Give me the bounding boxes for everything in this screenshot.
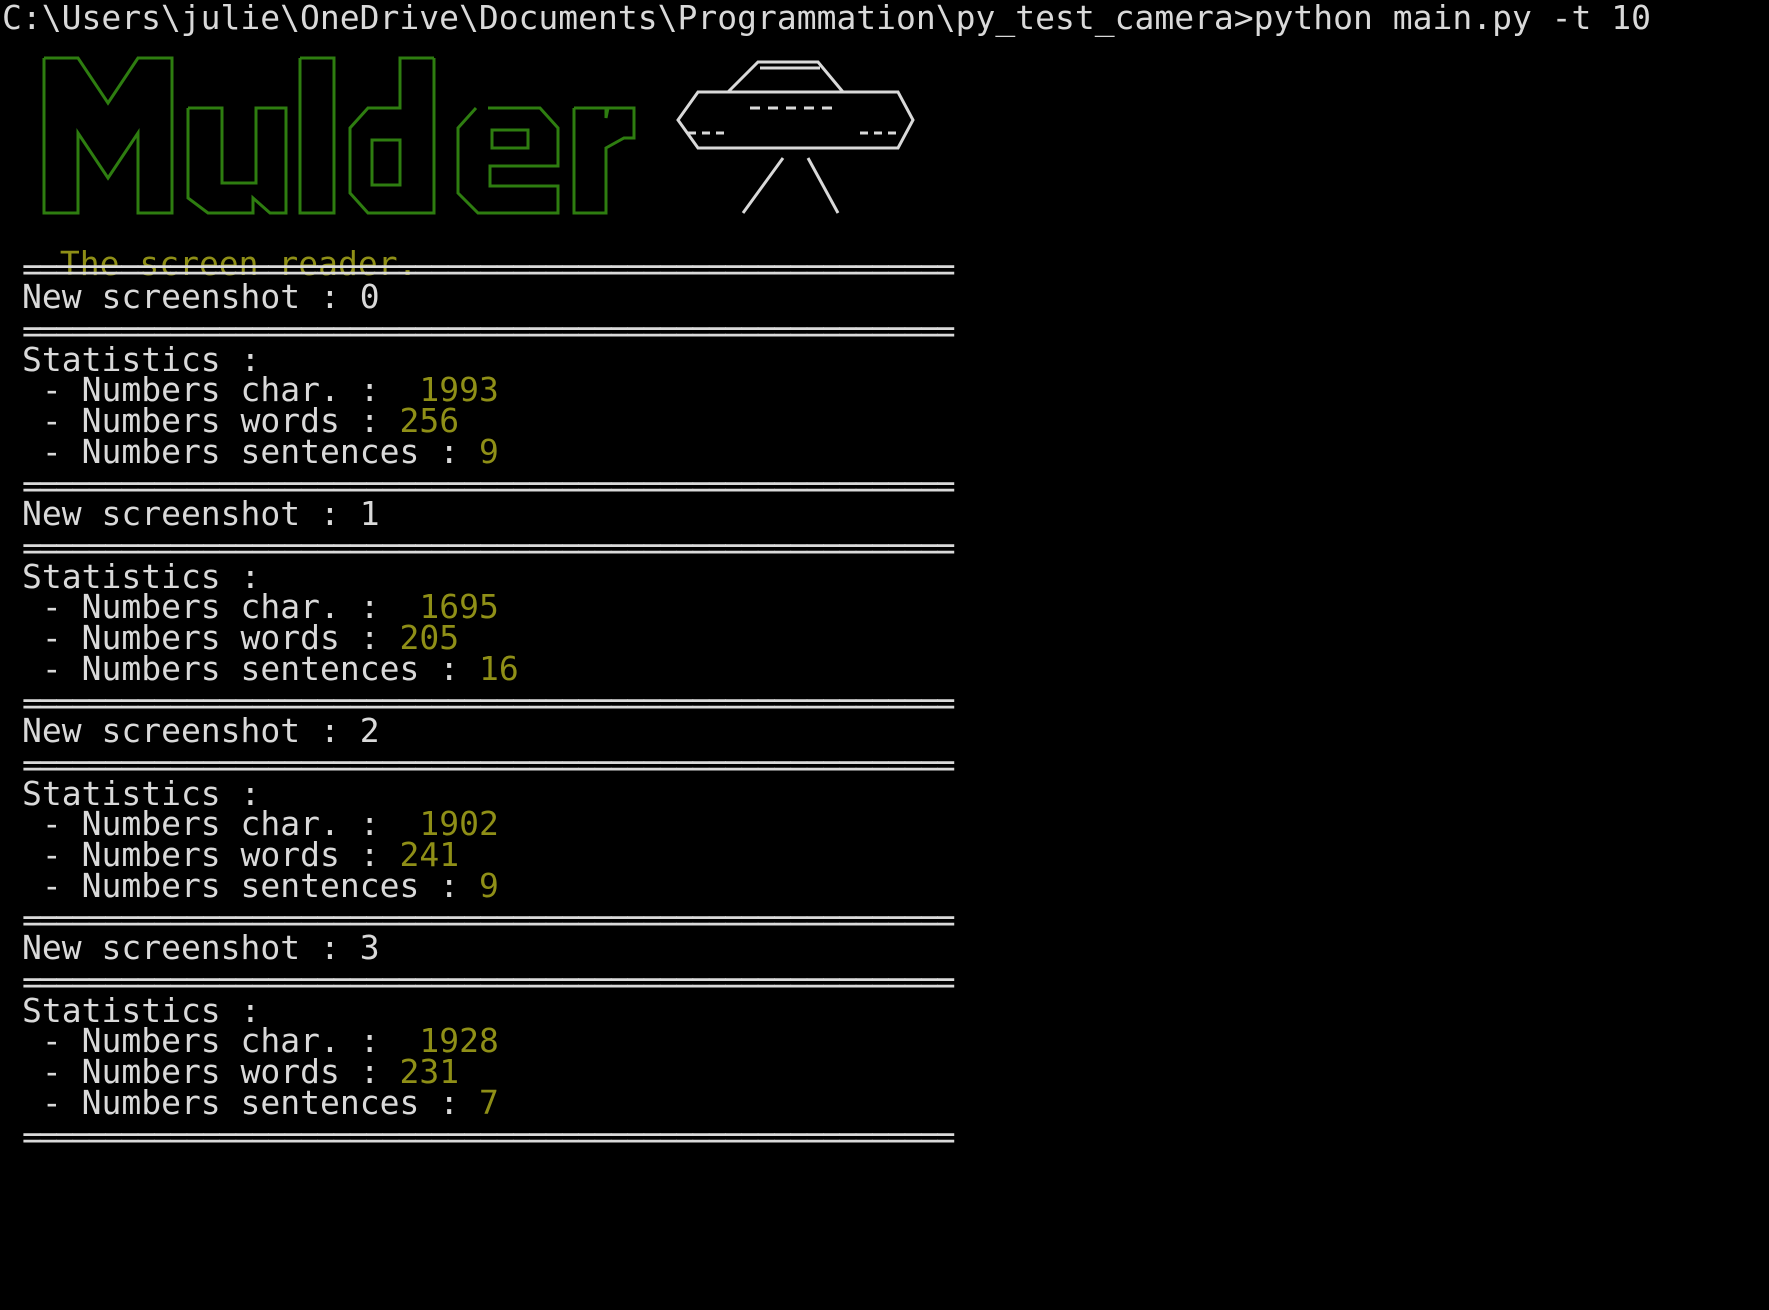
mulder-ascii-banner	[38, 48, 1038, 258]
mulder-logo	[42, 56, 915, 215]
stat-sentences-0: - Numbers sentences : 9	[22, 434, 499, 469]
ufo-icon	[676, 60, 915, 214]
stat-sentences-1: - Numbers sentences : 16	[22, 651, 519, 686]
stat-sentences-3: - Numbers sentences : 7	[22, 1085, 499, 1120]
separator-line: ========================================…	[22, 1117, 956, 1156]
terminal-window[interactable]: C:\Users\julie\OneDrive\Documents\Progra…	[0, 0, 1769, 1310]
screenshot-header-1: New screenshot : 1	[22, 494, 380, 533]
command-prompt-line: C:\Users\julie\OneDrive\Documents\Progra…	[2, 0, 1652, 37]
screenshot-header-0: New screenshot : 0	[22, 277, 380, 316]
stat-sentences-2: - Numbers sentences : 9	[22, 868, 499, 903]
screenshot-header-3: New screenshot : 3	[22, 928, 380, 967]
screenshot-header-2: New screenshot : 2	[22, 711, 380, 750]
